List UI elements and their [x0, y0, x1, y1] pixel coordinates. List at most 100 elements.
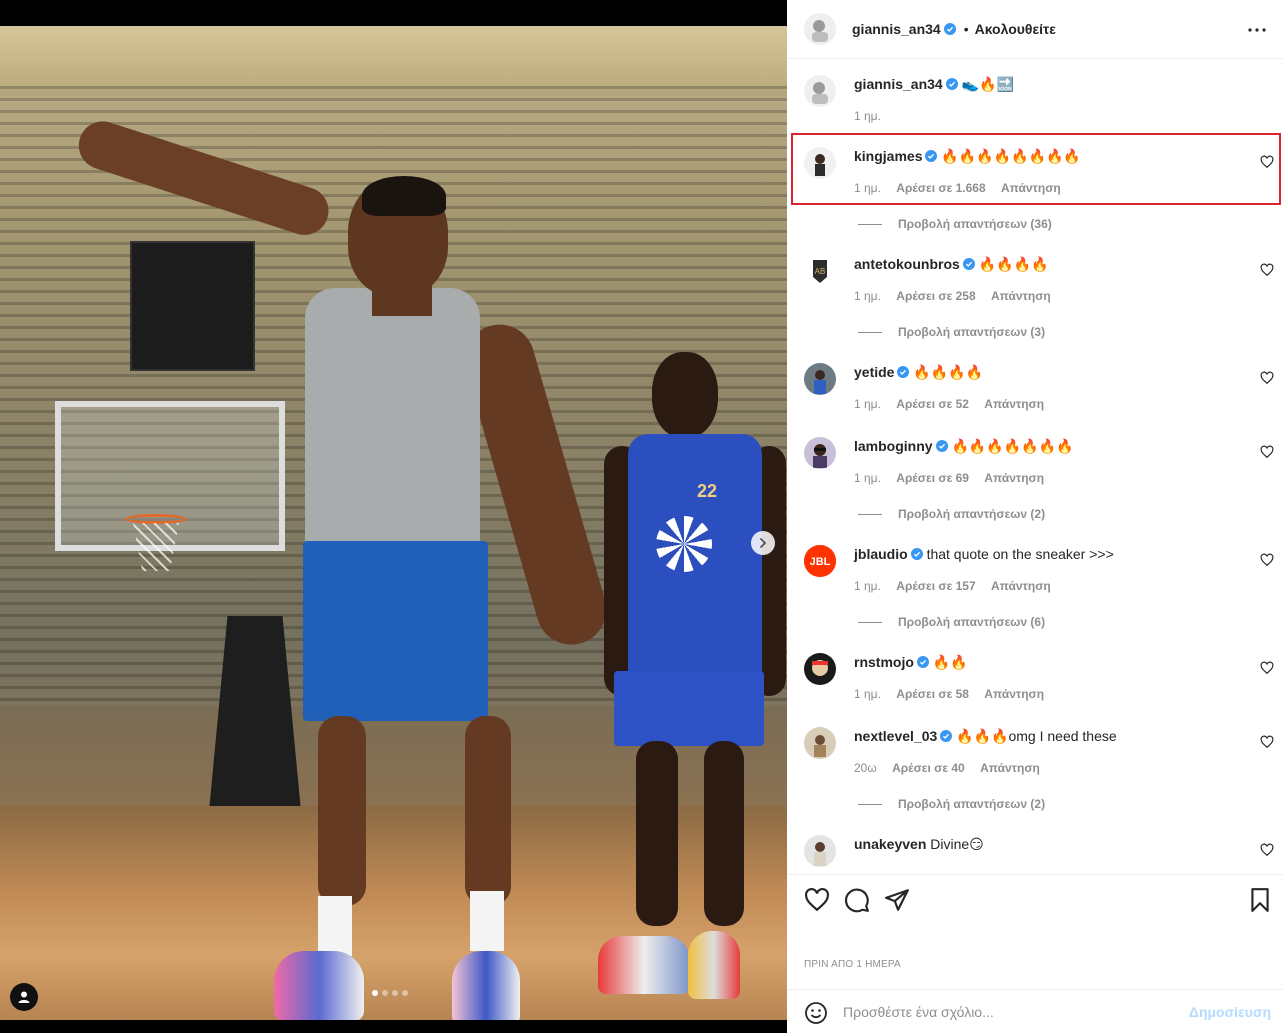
- caption-meta: 1 ημ.: [854, 109, 893, 123]
- second-player-sneaker: [688, 931, 740, 999]
- carousel-indicator: [372, 990, 408, 996]
- post-timestamp: ΠΡΙΝ ΑΠΟ 1 ΗΜΕΡΑ: [804, 959, 901, 970]
- heart-icon[interactable]: [1260, 445, 1274, 459]
- post-comment-button[interactable]: Δημοσίευση: [1189, 1004, 1271, 1020]
- comment-likes[interactable]: Αρέσει σε 58: [896, 687, 969, 701]
- verified-icon: [916, 656, 929, 668]
- tagged-users-button[interactable]: [10, 983, 38, 1011]
- second-player-head: [652, 352, 718, 438]
- verified-icon: [962, 258, 975, 270]
- reply-button[interactable]: Απάντηση: [991, 579, 1051, 593]
- commenter-avatar[interactable]: AB: [804, 255, 836, 287]
- heart-icon[interactable]: [1260, 843, 1274, 857]
- comment-meta: 1 ημ. Αρέσει σε 58 Απάντηση: [854, 687, 1056, 701]
- post-actions: [787, 874, 1283, 924]
- comment-text: 🔥🔥🔥🔥🔥🔥🔥: [951, 438, 1074, 454]
- comments-list[interactable]: giannis_an34 👟🔥🔜 1 ημ. kingjames 🔥🔥🔥🔥🔥🔥🔥…: [787, 59, 1283, 874]
- commenter-avatar[interactable]: [804, 147, 836, 179]
- svg-text:JBL: JBL: [810, 556, 831, 568]
- comment-likes[interactable]: Αρέσει σε 40: [892, 761, 965, 775]
- heart-icon[interactable]: [1260, 371, 1274, 385]
- more-options-button[interactable]: [1245, 18, 1269, 42]
- comment-username[interactable]: rnstmojo: [854, 654, 914, 670]
- comment-likes[interactable]: Αρέσει σε 52: [896, 397, 969, 411]
- heart-icon[interactable]: [1260, 553, 1274, 567]
- replies-line: [858, 621, 882, 623]
- view-replies-label: Προβολή απαντήσεων (36): [898, 217, 1052, 231]
- player-leg: [318, 716, 366, 906]
- view-replies-button[interactable]: Προβολή απαντήσεων (2): [858, 507, 1045, 521]
- comment-username[interactable]: lamboginny: [854, 438, 933, 454]
- commenter-avatar[interactable]: [804, 363, 836, 395]
- comment-likes[interactable]: Αρέσει σε 1.668: [896, 181, 985, 195]
- caption-body: giannis_an34 👟🔥🔜: [854, 75, 1244, 93]
- heart-icon[interactable]: [1260, 263, 1274, 277]
- comment-username[interactable]: nextlevel_03: [854, 728, 937, 744]
- reply-button[interactable]: Απάντηση: [980, 761, 1040, 775]
- comment-time: 1 ημ.: [854, 181, 881, 195]
- comment-meta: 1 ημ. Αρέσει σε 1.668 Απάντηση: [854, 181, 1073, 195]
- comment-time: 1 ημ.: [854, 687, 881, 701]
- post-photo[interactable]: 22: [0, 26, 787, 1020]
- comment-body: nextlevel_03 🔥🔥🔥omg I need these: [854, 727, 1244, 745]
- comment-time: 1 ημ.: [854, 289, 881, 303]
- heart-icon[interactable]: [1260, 735, 1274, 749]
- reply-button[interactable]: Απάντηση: [1001, 181, 1061, 195]
- comment-input[interactable]: [843, 1001, 1173, 1023]
- commenter-avatar-image: [804, 727, 836, 759]
- next-slide-button[interactable]: [751, 531, 775, 555]
- caption-username[interactable]: giannis_an34: [854, 76, 943, 92]
- comment-text: that quote on the sneaker >>>: [926, 546, 1114, 562]
- player-sneaker: [274, 951, 364, 1020]
- comment-icon[interactable]: [844, 887, 870, 913]
- view-replies-button[interactable]: Προβολή απαντήσεων (2): [858, 797, 1045, 811]
- comment-username[interactable]: yetide: [854, 364, 894, 380]
- heart-icon[interactable]: [1260, 661, 1274, 675]
- following-button[interactable]: Ακολουθείτε: [975, 21, 1056, 37]
- bookmark-icon[interactable]: [1247, 887, 1273, 913]
- author-avatar[interactable]: [804, 13, 836, 45]
- comment-text: 🔥🔥🔥🔥: [913, 364, 984, 380]
- svg-text:AB: AB: [815, 267, 826, 276]
- comment-username[interactable]: antetokounbros: [854, 256, 960, 272]
- comment-time: 1 ημ.: [854, 579, 881, 593]
- commenter-avatar-image: [804, 835, 836, 867]
- reply-button[interactable]: Απάντηση: [984, 397, 1044, 411]
- view-replies-button[interactable]: Προβολή απαντήσεων (36): [858, 217, 1052, 231]
- more-options-icon: [1248, 28, 1266, 32]
- verified-icon: [940, 730, 953, 742]
- author-username[interactable]: giannis_an34: [852, 21, 956, 37]
- comment-username[interactable]: jblaudio: [854, 546, 908, 562]
- heart-icon[interactable]: [1260, 155, 1274, 169]
- comment-time: 1 ημ.: [854, 397, 881, 411]
- view-replies-button[interactable]: Προβολή απαντήσεων (3): [858, 325, 1045, 339]
- view-replies-label: Προβολή απαντήσεων (6): [898, 615, 1046, 629]
- comment-meta: 1 ημ. Αρέσει σε 157 Απάντηση: [854, 579, 1063, 593]
- share-icon[interactable]: [884, 887, 910, 913]
- jbl-logo-icon: JBL: [804, 545, 836, 577]
- reply-button[interactable]: Απάντηση: [991, 289, 1051, 303]
- commenter-avatar[interactable]: [804, 727, 836, 759]
- reply-button[interactable]: Απάντηση: [984, 471, 1044, 485]
- view-replies-label: Προβολή απαντήσεων (2): [898, 507, 1046, 521]
- view-replies-button[interactable]: Προβολή απαντήσεων (6): [858, 615, 1045, 629]
- comment-body: yetide 🔥🔥🔥🔥: [854, 363, 1244, 381]
- comment-likes[interactable]: Αρέσει σε 258: [896, 289, 975, 303]
- commenter-avatar[interactable]: [804, 835, 836, 867]
- comment-username[interactable]: unakeyven: [854, 836, 926, 852]
- heart-icon[interactable]: [804, 887, 830, 913]
- author-avatar[interactable]: [804, 75, 836, 107]
- emoji-icon[interactable]: [804, 1001, 828, 1025]
- post-header: giannis_an34 • Ακολουθείτε: [787, 0, 1283, 59]
- second-player-leg: [704, 741, 744, 926]
- verified-icon: [943, 23, 956, 35]
- commenter-avatar[interactable]: [804, 437, 836, 469]
- comment-likes[interactable]: Αρέσει σε 69: [896, 471, 969, 485]
- comment-username[interactable]: kingjames: [854, 148, 922, 164]
- comment-body: kingjames 🔥🔥🔥🔥🔥🔥🔥🔥: [854, 147, 1244, 165]
- commenter-avatar[interactable]: [804, 653, 836, 685]
- commenter-avatar-image: AB: [804, 255, 836, 287]
- reply-button[interactable]: Απάντηση: [984, 687, 1044, 701]
- commenter-avatar[interactable]: JBL: [804, 545, 836, 577]
- comment-likes[interactable]: Αρέσει σε 157: [896, 579, 975, 593]
